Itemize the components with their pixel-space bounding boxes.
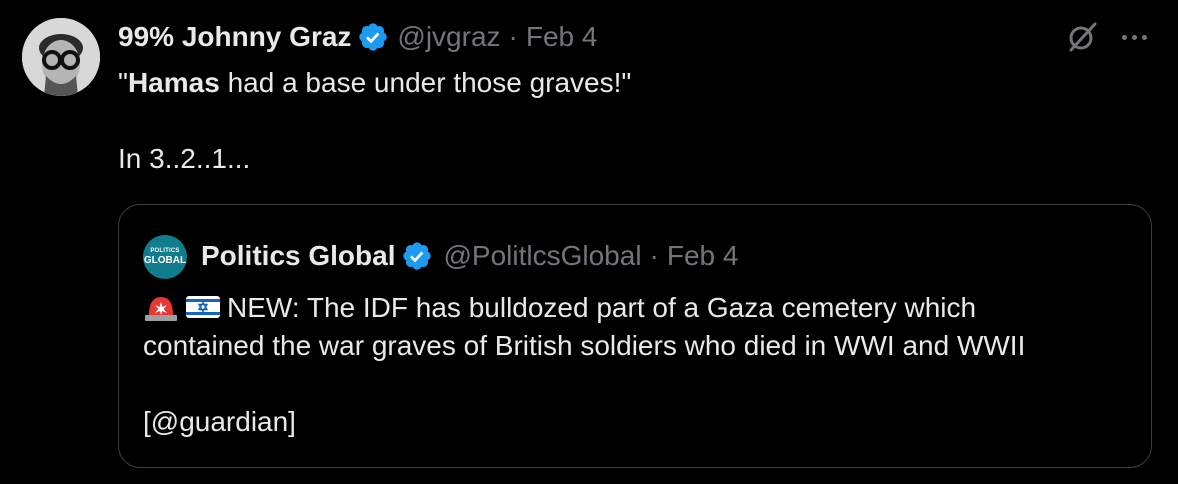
verified-badge-icon	[401, 240, 433, 272]
separator: ·	[649, 240, 659, 271]
tweet-text-rest: had a base under those graves!"	[219, 67, 632, 98]
tweet-date[interactable]: Feb 4	[526, 21, 598, 53]
quoted-author-handle[interactable]: @PolitlcsGlobal	[443, 240, 641, 272]
quoted-text-line-1-content: NEW: The IDF has bulldozed part of a Gaz…	[227, 292, 977, 323]
avatar-text-top: POLITICS	[150, 248, 180, 254]
open-quote: "	[118, 67, 128, 98]
quoted-tweet-card[interactable]: POLITICS GLOBAL Politics Global @Politlc…	[118, 204, 1152, 468]
avatar-photo	[22, 18, 100, 96]
quoted-author-name[interactable]: Politics Global	[201, 240, 395, 272]
bold-word: Hamas	[127, 67, 220, 98]
tweet-header: 99% Johnny Graz @jvgraz · Feb 4	[118, 20, 597, 54]
verified-badge-icon	[357, 21, 389, 53]
author-handle[interactable]: @jvgraz	[397, 21, 500, 53]
author-name[interactable]: 99% Johnny Graz	[118, 21, 351, 53]
quoted-tweet-header: Politics Global @PolitlcsGlobal · Feb 4	[201, 239, 738, 273]
israel-flag-emoji	[185, 293, 221, 321]
quoted-text-line-1: NEW: The IDF has bulldozed part of a Gaz…	[143, 289, 1133, 327]
separator: ·	[508, 21, 518, 52]
grok-icon[interactable]	[1065, 20, 1099, 54]
quoted-author-avatar[interactable]: POLITICS GLOBAL	[143, 235, 187, 279]
author-avatar[interactable]	[22, 18, 100, 96]
quoted-text-line-2: contained the war graves of British sold…	[143, 330, 1026, 361]
tweet-text-line-1: "Hamas had a base under those graves!"	[118, 64, 1018, 102]
more-options-icon[interactable]	[1117, 22, 1151, 52]
quoted-tweet-date[interactable]: Feb 4	[667, 240, 739, 272]
quoted-tweet-text: NEW: The IDF has bulldozed part of a Gaz…	[143, 289, 1133, 441]
tweet-text: "Hamas had a base under those graves!" I…	[118, 64, 1018, 178]
police-light-emoji	[143, 293, 179, 321]
quoted-text-line-3[interactable]: [@guardian]	[143, 403, 1133, 441]
tweet-text-line-2: In 3..2..1...	[118, 143, 251, 174]
avatar-text-bottom: GLOBAL	[143, 255, 187, 266]
